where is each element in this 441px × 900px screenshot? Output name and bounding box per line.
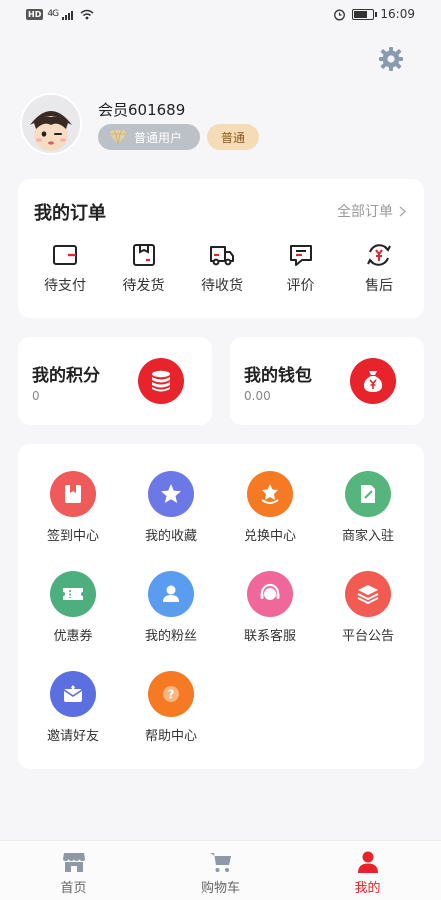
gear-icon[interactable] [378, 46, 404, 72]
truck-icon [210, 246, 234, 266]
service-label: 签到中心 [46, 529, 99, 544]
service-checkin-center[interactable]: 签到中心 [30, 471, 116, 544]
service-label: 邀请好友 [46, 729, 99, 744]
member-level-label: 普通用户 [134, 130, 183, 145]
home-store-icon [62, 852, 85, 872]
all-orders-label: 全部订单 [337, 204, 393, 220]
order-item-pending-payment[interactable]: 待支付 [34, 241, 96, 295]
invite-icon [50, 671, 96, 717]
help-icon: ? [148, 671, 194, 717]
avatar[interactable] [20, 93, 82, 155]
points-title: 我的积分 [32, 366, 100, 386]
order-item-label: 评价 [286, 278, 315, 294]
order-item-after-sales[interactable]: 售后 [348, 241, 410, 295]
service-contact-support[interactable]: 联系客服 [227, 571, 313, 644]
person-icon [357, 851, 378, 873]
checkin-icon [50, 471, 96, 517]
status-time: 16:09 [380, 7, 415, 21]
diamond-icon [109, 129, 127, 145]
chevron-right-icon [399, 205, 406, 217]
service-my-fans[interactable]: 我的粉丝 [128, 571, 214, 644]
order-item-label: 待支付 [44, 278, 86, 294]
tab-label: 购物车 [200, 880, 240, 896]
headset-icon [247, 571, 293, 617]
wifi-icon [80, 9, 94, 19]
services-card: 签到中心 我的收藏 兑换中心 商家入驻 优惠券 我的粉丝 联系客服 平台公告 邀… [18, 444, 424, 769]
service-invite-friends[interactable]: 邀请好友 [30, 671, 116, 744]
refund-icon [367, 244, 391, 266]
service-label: 优惠券 [53, 629, 93, 644]
service-label: 商家入驻 [341, 529, 394, 544]
merchant-icon [345, 471, 391, 517]
orders-title: 我的订单 [34, 203, 106, 224]
order-item-label: 待发货 [122, 278, 165, 294]
tab-mine[interactable]: 我的 [294, 841, 441, 900]
points-value: 0 [32, 389, 40, 403]
service-exchange-center[interactable]: 兑换中心 [227, 471, 313, 544]
service-label: 我的收藏 [144, 529, 197, 544]
order-item-pending-shipment[interactable]: 待发货 [113, 241, 175, 295]
fans-icon [148, 571, 194, 617]
service-coupons[interactable]: 优惠券 [30, 571, 116, 644]
network-label: 4G [47, 9, 59, 19]
wallet-card-icon [53, 245, 77, 265]
order-item-pending-receipt[interactable]: 待收货 [191, 241, 253, 295]
order-item-label: 待收货 [201, 278, 243, 294]
coupon-icon [50, 571, 96, 617]
coins-stack-icon [138, 358, 184, 404]
bottom-tab-bar: 首页 购物车 我的 [0, 840, 441, 900]
all-orders-link[interactable]: 全部订单 [337, 201, 406, 221]
order-status-row: 待支付 待发货 待收货 评价 售后 [18, 241, 424, 295]
signal-icon [62, 10, 74, 20]
svg-text:?: ? [168, 688, 175, 702]
service-label: 帮助中心 [144, 729, 197, 744]
wallet-value: 0.00 [244, 389, 271, 403]
status-right: 16:09 [333, 7, 415, 21]
status-left: HD 4G [26, 8, 94, 20]
member-tier-badge: 普通 [207, 124, 259, 150]
service-help-center[interactable]: ? 帮助中心 [128, 671, 214, 744]
tab-cart[interactable]: 购物车 [147, 841, 294, 900]
service-label: 平台公告 [341, 629, 394, 644]
order-item-label: 售后 [365, 278, 393, 294]
service-merchant-join[interactable]: 商家入驻 [325, 471, 411, 544]
status-bar: HD 4G 16:09 [0, 0, 441, 28]
layers-icon [345, 571, 391, 617]
tab-label: 首页 [60, 880, 87, 896]
service-platform-notice[interactable]: 平台公告 [325, 571, 411, 644]
comment-icon [289, 245, 312, 266]
tab-home[interactable]: 首页 [0, 841, 147, 900]
battery-icon [352, 8, 378, 20]
username: 会员601689 [98, 101, 186, 119]
alarm-icon [334, 9, 346, 20]
money-bag-icon [350, 358, 396, 404]
order-item-review[interactable]: 评价 [270, 241, 332, 295]
star-icon [148, 471, 194, 517]
orders-card: 我的订单 全部订单 待支付 待发货 待收货 评价 售后 [18, 179, 424, 318]
points-card[interactable]: 我的积分 0 [18, 337, 212, 425]
wallet-card[interactable]: 我的钱包 0.00 [230, 337, 424, 425]
service-label: 联系客服 [243, 629, 296, 644]
tab-label: 我的 [354, 880, 381, 896]
hd-icon: HD [26, 8, 44, 20]
service-my-favorites[interactable]: 我的收藏 [128, 471, 214, 544]
wallet-title: 我的钱包 [244, 366, 312, 386]
cart-icon [209, 852, 231, 872]
avatar-illustration [22, 95, 80, 153]
exchange-icon [247, 471, 293, 517]
package-icon [132, 244, 155, 266]
service-label: 兑换中心 [243, 529, 296, 544]
service-label: 我的粉丝 [144, 629, 197, 644]
member-level-badge: 普通用户 [98, 124, 200, 150]
